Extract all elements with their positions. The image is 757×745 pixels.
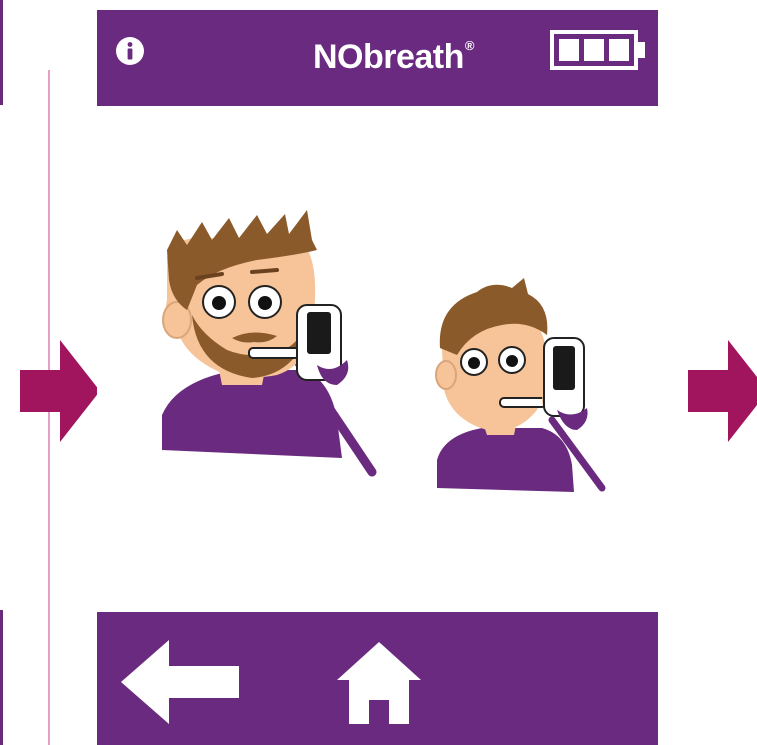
canvas: NObreath® <box>0 0 757 745</box>
battery-cell-2 <box>584 39 604 61</box>
app-title-text: NObreath <box>312 38 464 76</box>
battery-cell-3 <box>609 39 629 61</box>
back-arrow-icon[interactable] <box>121 640 239 724</box>
battery-cell-1 <box>559 39 579 61</box>
child-figure <box>435 278 606 492</box>
adult-figure <box>162 210 377 477</box>
trademark-mark: ® <box>464 37 475 53</box>
next-step-arrow-icon[interactable] <box>688 340 757 442</box>
breath-test-illustration <box>162 210 606 492</box>
header-bar: NObreath® <box>97 10 658 106</box>
battery-full-icon <box>550 30 645 70</box>
device-screen: NObreath® <box>97 10 658 745</box>
previous-step-arrow-icon[interactable] <box>20 340 100 442</box>
left-edge-strip-top <box>0 0 3 105</box>
home-icon[interactable] <box>337 640 421 724</box>
footer-bar <box>97 612 658 745</box>
left-edge-strip-bottom <box>0 610 3 745</box>
